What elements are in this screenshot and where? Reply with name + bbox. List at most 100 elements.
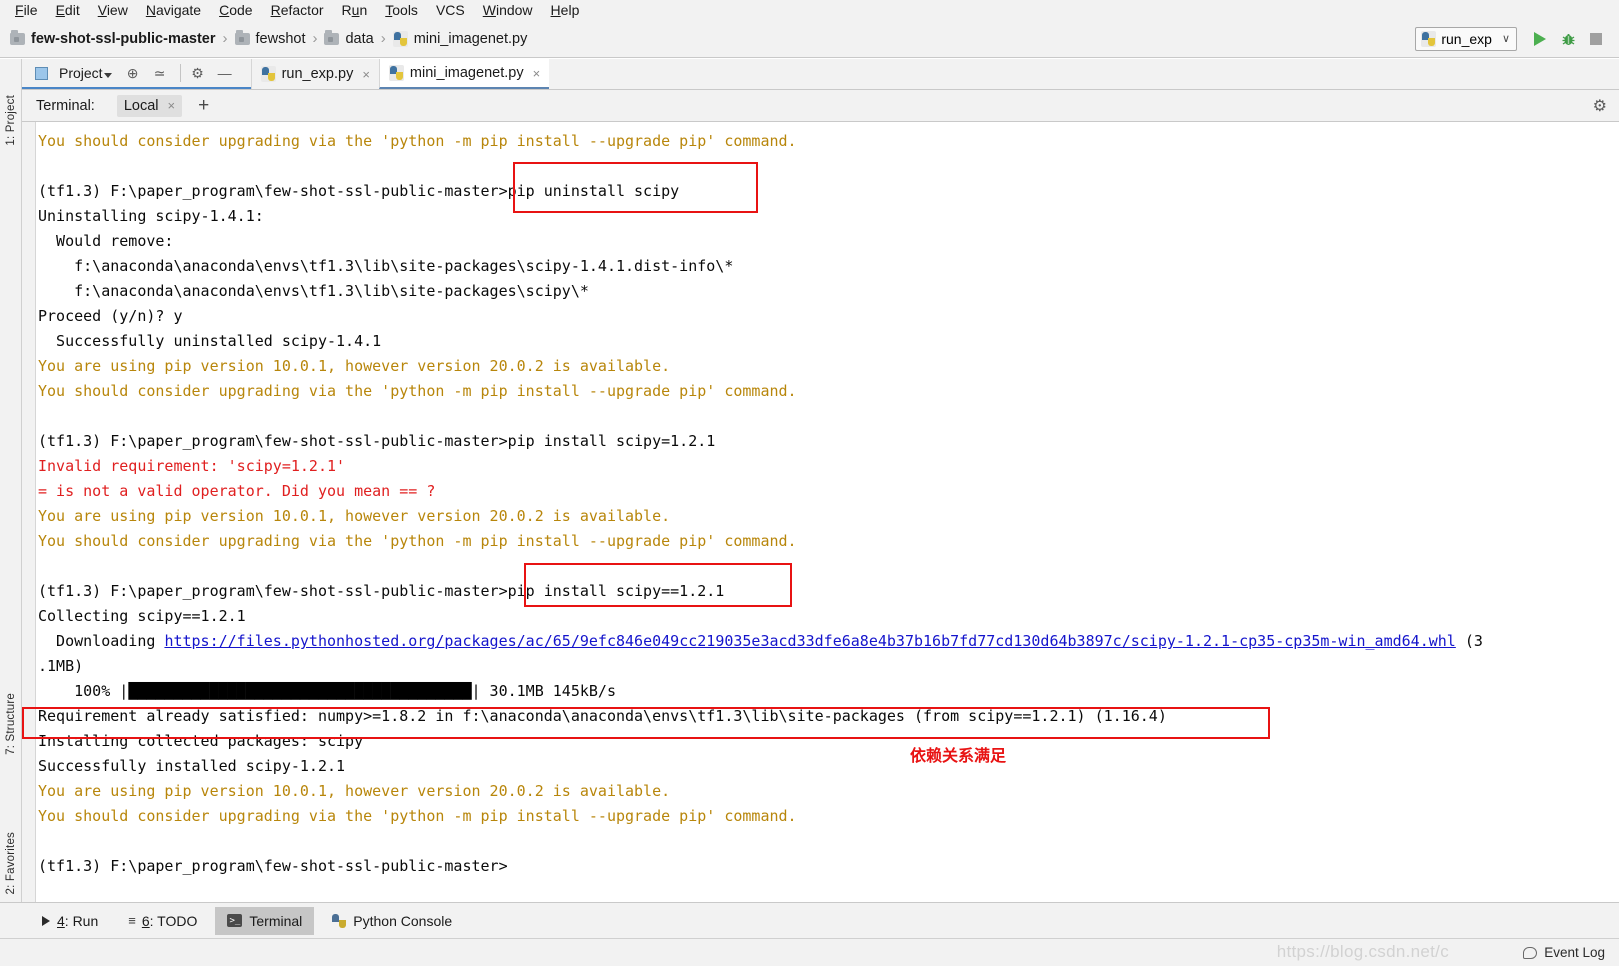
download-url-link[interactable]: https://files.pythonhosted.org/packages/…	[164, 632, 1455, 650]
terminal-line: .1MB)	[38, 657, 84, 675]
terminal-line: (tf1.3) F:\paper_program\few-shot-ssl-pu…	[38, 182, 680, 200]
breadcrumb-separator: ›	[222, 30, 228, 47]
bottom-tab-label: Terminal	[249, 912, 303, 929]
bottom-tab-label: 6: TODO	[141, 912, 198, 929]
run-triangle-icon	[42, 915, 50, 926]
menu-item-help[interactable]: Help	[542, 0, 589, 20]
breadcrumb-item-label: data	[345, 30, 374, 47]
sidebar-item-project[interactable]: 1: Project	[0, 59, 22, 181]
todo-list-icon: ≡	[128, 913, 136, 928]
menu-item-refactor[interactable]: Refactor	[262, 0, 333, 20]
editor-tab-run-exp[interactable]: run_exp.py ×	[250, 59, 379, 89]
breadcrumb-item-label: fewshot	[255, 30, 306, 47]
editor-tab-label: mini_imagenet.py	[409, 65, 524, 81]
close-icon[interactable]: ×	[533, 66, 541, 81]
menu-item-code[interactable]: Code	[210, 0, 261, 20]
status-bar: https://blog.csdn.net/c Event Log	[0, 938, 1619, 966]
stop-button[interactable]	[1583, 26, 1609, 52]
bottom-tab-label: Python Console	[353, 912, 453, 929]
menu-item-vcs[interactable]: VCS	[427, 0, 474, 20]
add-terminal-button[interactable]: +	[198, 96, 209, 115]
toolbar-divider	[179, 64, 181, 82]
terminal-line: Uninstalling scipy-1.4.1:	[38, 207, 264, 225]
close-icon[interactable]: ×	[362, 67, 370, 82]
breadcrumb-item-few-shot-ssl-public-master[interactable]: few-shot-ssl-public-master	[10, 29, 216, 47]
progress-bar-close: |	[471, 682, 481, 700]
chevron-down-icon[interactable]: ∨	[1502, 32, 1510, 45]
breadcrumb-item-label: few-shot-ssl-public-master	[31, 30, 216, 47]
settings-gear-icon[interactable]: ⚙	[189, 64, 207, 82]
breadcrumb: few-shot-ssl-public-master › fewshot › data ›…	[10, 29, 1415, 47]
terminal-output[interactable]: You should consider upgrading via the 'p…	[38, 122, 1619, 902]
terminal-line: Successfully uninstalled scipy-1.4.1	[38, 332, 382, 350]
terminal-tab-label: Local	[123, 97, 159, 114]
breadcrumb-item-label: mini_imagenet.py	[413, 30, 528, 47]
terminal-line: You should consider upgrading via the 'p…	[38, 132, 797, 150]
terminal-line: You should consider upgrading via the 'p…	[38, 532, 797, 550]
debug-button[interactable]	[1555, 26, 1581, 52]
progress-size: 30.1MB	[489, 682, 544, 700]
progress-gap3	[544, 682, 553, 700]
editor-tab-mini-imagenet[interactable]: mini_imagenet.py ×	[378, 59, 550, 89]
locate-icon[interactable]: ⊕	[124, 64, 142, 82]
menu-item-navigate[interactable]: Navigate	[137, 0, 210, 20]
progress-gap2	[481, 682, 490, 700]
event-log-label: Event Log	[1544, 945, 1605, 960]
event-log-icon	[1523, 946, 1538, 959]
progress-speed: 145kB/s	[552, 682, 616, 700]
progress-bar-fill: ██████████████████████████████████████	[128, 682, 472, 700]
terminal-line: Successfully installed scipy-1.2.1	[38, 757, 346, 775]
bottom-tab-todo[interactable]: ≡ 6: TODO	[116, 907, 209, 935]
breadcrumb-item-mini-imagenet-py[interactable]: mini_imagenet.py	[392, 30, 528, 47]
settings-gear-icon[interactable]: ⚙	[1593, 96, 1607, 116]
python-file-icon	[392, 30, 408, 47]
terminal-tab-local[interactable]: Local ×	[116, 94, 183, 117]
terminal-line: f:\anaconda\anaconda\envs\tf1.3\lib\site…	[38, 282, 589, 300]
terminal-title: Terminal:	[36, 97, 95, 114]
folder-icon	[10, 29, 25, 45]
tool-and-tabs-row: Project ⊕ ≃ ⚙ — run_exp.py × mini_imagen…	[22, 59, 1619, 90]
terminal-line: = is not a valid operator. Did you mean …	[38, 482, 436, 500]
menu-item-file[interactable]: File	[6, 0, 47, 20]
bottom-tool-window-bar: 4: Run ≡ 6: TODO >_ Terminal Python Console	[0, 902, 1619, 938]
bottom-tab-python-console[interactable]: Python Console	[320, 907, 464, 935]
menu-item-edit[interactable]: Edit	[47, 0, 89, 20]
breadcrumb-separator: ›	[380, 30, 386, 47]
project-strip-label: 1: Project	[4, 94, 17, 146]
python-file-icon	[1421, 30, 1437, 47]
terminal-line: Requirement already satisfied: numpy>=1.…	[38, 707, 1167, 725]
hide-panel-icon[interactable]: —	[216, 64, 234, 82]
chevron-down-icon[interactable]	[103, 72, 112, 78]
terminal-line: Invalid requirement: 'scipy=1.2.1'	[38, 457, 346, 475]
breadcrumb-separator: ›	[312, 30, 318, 47]
terminal-line: Installing collected packages: scipy	[38, 732, 364, 750]
bottom-tab-terminal[interactable]: >_ Terminal	[215, 906, 315, 935]
bottom-tab-run[interactable]: 4: Run	[30, 907, 110, 935]
terminal-line: Would remove:	[38, 232, 174, 250]
folder-icon	[234, 29, 250, 45]
menu-item-view[interactable]: View	[89, 0, 137, 20]
sidebar-item-structure[interactable]: 7: Structure	[0, 660, 22, 788]
event-log-button[interactable]: Event Log	[1523, 945, 1605, 960]
progress-indent	[38, 682, 74, 700]
terminal-line: You are using pip version 10.0.1, howeve…	[38, 357, 671, 375]
download-prefix: Downloading	[38, 632, 165, 650]
menu-item-tools[interactable]: Tools	[376, 0, 427, 20]
run-button[interactable]	[1527, 26, 1553, 52]
run-config-label: run_exp	[1441, 30, 1492, 47]
breadcrumb-item-data[interactable]: data	[324, 29, 374, 47]
breadcrumb-item-fewshot[interactable]: fewshot	[234, 29, 306, 47]
collapse-all-icon[interactable]: ≃	[151, 64, 169, 82]
menu-item-window[interactable]: Window	[474, 0, 542, 20]
breadcrumb-toolbar-row: few-shot-ssl-public-master › fewshot › data ›…	[0, 20, 1619, 58]
menu-item-run[interactable]: Run	[333, 0, 377, 20]
terminal-line: (tf1.3) F:\paper_program\few-shot-ssl-pu…	[38, 582, 725, 600]
python-file-icon	[260, 66, 276, 82]
terminal-header: Terminal: Local × + ⚙	[22, 90, 1619, 122]
close-icon[interactable]: ×	[168, 98, 176, 113]
terminal-panel[interactable]: You should consider upgrading via the 'p…	[22, 122, 1619, 902]
run-configuration-selector[interactable]: run_exp ∨	[1415, 26, 1517, 51]
terminal-line: You should consider upgrading via the 'p…	[38, 382, 797, 400]
